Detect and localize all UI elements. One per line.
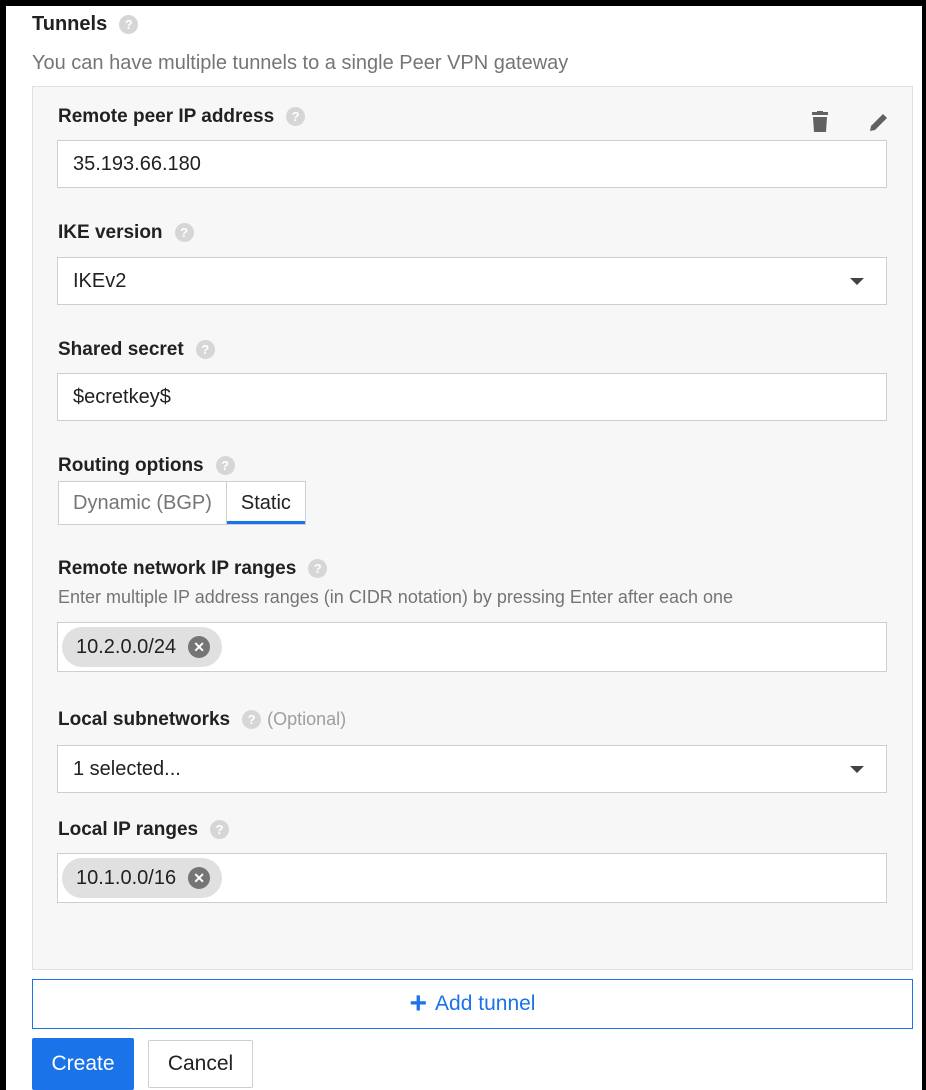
local-subnetworks-label-text: Local subnetworks bbox=[58, 709, 231, 730]
edit-icon[interactable] bbox=[864, 107, 894, 137]
routing-dynamic-bgp-button[interactable]: Dynamic (BGP) bbox=[59, 482, 227, 524]
help-icon[interactable]: ? bbox=[119, 15, 139, 35]
help-icon[interactable]: ? bbox=[286, 107, 306, 127]
remote-peer-label: Remote peer IP address? bbox=[58, 106, 306, 128]
frame-border-left bbox=[0, 0, 6, 1090]
routing-options-label-text: Routing options bbox=[58, 455, 204, 476]
cancel-button[interactable]: Cancel bbox=[148, 1040, 253, 1088]
routing-static-button[interactable]: Static bbox=[226, 482, 305, 524]
shared-secret-label-text: Shared secret bbox=[58, 339, 184, 360]
remote-ranges-label: Remote network IP ranges? bbox=[58, 558, 328, 580]
routing-options-label: Routing options? bbox=[58, 455, 235, 477]
local-subnetworks-select[interactable]: 1 selected... bbox=[57, 745, 887, 793]
shared-secret-input[interactable]: $ecretkey$ bbox=[57, 373, 887, 421]
help-icon[interactable]: ? bbox=[195, 340, 215, 360]
delete-icon[interactable] bbox=[805, 107, 835, 137]
local-subnetworks-label: Local subnetworks? (Optional) bbox=[58, 709, 346, 731]
local-subnetworks-value: 1 selected... bbox=[73, 758, 181, 780]
ip-range-chip: 10.1.0.0/16 ✕ bbox=[62, 858, 223, 898]
remote-peer-ip-input[interactable]: 35.193.66.180 bbox=[57, 140, 887, 188]
add-tunnel-label: Add tunnel bbox=[435, 992, 536, 1015]
ike-version-label: IKE version? bbox=[58, 222, 194, 244]
optional-text: (Optional) bbox=[267, 709, 347, 729]
create-button[interactable]: Create bbox=[32, 1038, 134, 1090]
help-icon[interactable]: ? bbox=[242, 710, 262, 730]
dropdown-arrow-icon bbox=[850, 278, 864, 285]
help-icon[interactable]: ? bbox=[308, 559, 328, 579]
frame-border-right bbox=[922, 0, 926, 1090]
ike-version-select[interactable]: IKEv2 bbox=[57, 257, 887, 305]
tunnels-title: Tunnels bbox=[32, 13, 108, 35]
remove-chip-icon[interactable]: ✕ bbox=[188, 636, 211, 658]
tunnels-subtitle: You can have multiple tunnels to a singl… bbox=[32, 52, 569, 74]
frame-border-top bbox=[0, 0, 926, 6]
remove-chip-icon[interactable]: ✕ bbox=[188, 867, 211, 889]
dropdown-arrow-icon bbox=[850, 766, 864, 773]
chip-label: 10.2.0.0/24 bbox=[76, 636, 177, 658]
ike-version-value: IKEv2 bbox=[73, 270, 127, 292]
remote-ranges-label-text: Remote network IP ranges bbox=[58, 558, 297, 579]
tunnels-heading: Tunnels? bbox=[32, 13, 139, 36]
ip-range-chip: 10.2.0.0/24 ✕ bbox=[62, 627, 223, 667]
ike-version-label-text: IKE version bbox=[58, 222, 163, 243]
shared-secret-label: Shared secret? bbox=[58, 339, 215, 361]
remote-ranges-hint: Enter multiple IP address ranges (in CID… bbox=[58, 587, 734, 607]
chip-label: 10.1.0.0/16 bbox=[76, 867, 177, 889]
add-tunnel-button[interactable]: + Add tunnel bbox=[32, 979, 913, 1029]
local-ip-ranges-label: Local IP ranges? bbox=[58, 819, 230, 841]
help-icon[interactable]: ? bbox=[215, 456, 235, 476]
help-icon[interactable]: ? bbox=[174, 223, 194, 243]
help-icon[interactable]: ? bbox=[210, 820, 230, 840]
local-ip-ranges-label-text: Local IP ranges bbox=[58, 819, 199, 840]
routing-options-toggle: Dynamic (BGP) Static bbox=[58, 481, 306, 525]
plus-icon: + bbox=[409, 987, 428, 1020]
remote-peer-label-text: Remote peer IP address bbox=[58, 106, 275, 127]
